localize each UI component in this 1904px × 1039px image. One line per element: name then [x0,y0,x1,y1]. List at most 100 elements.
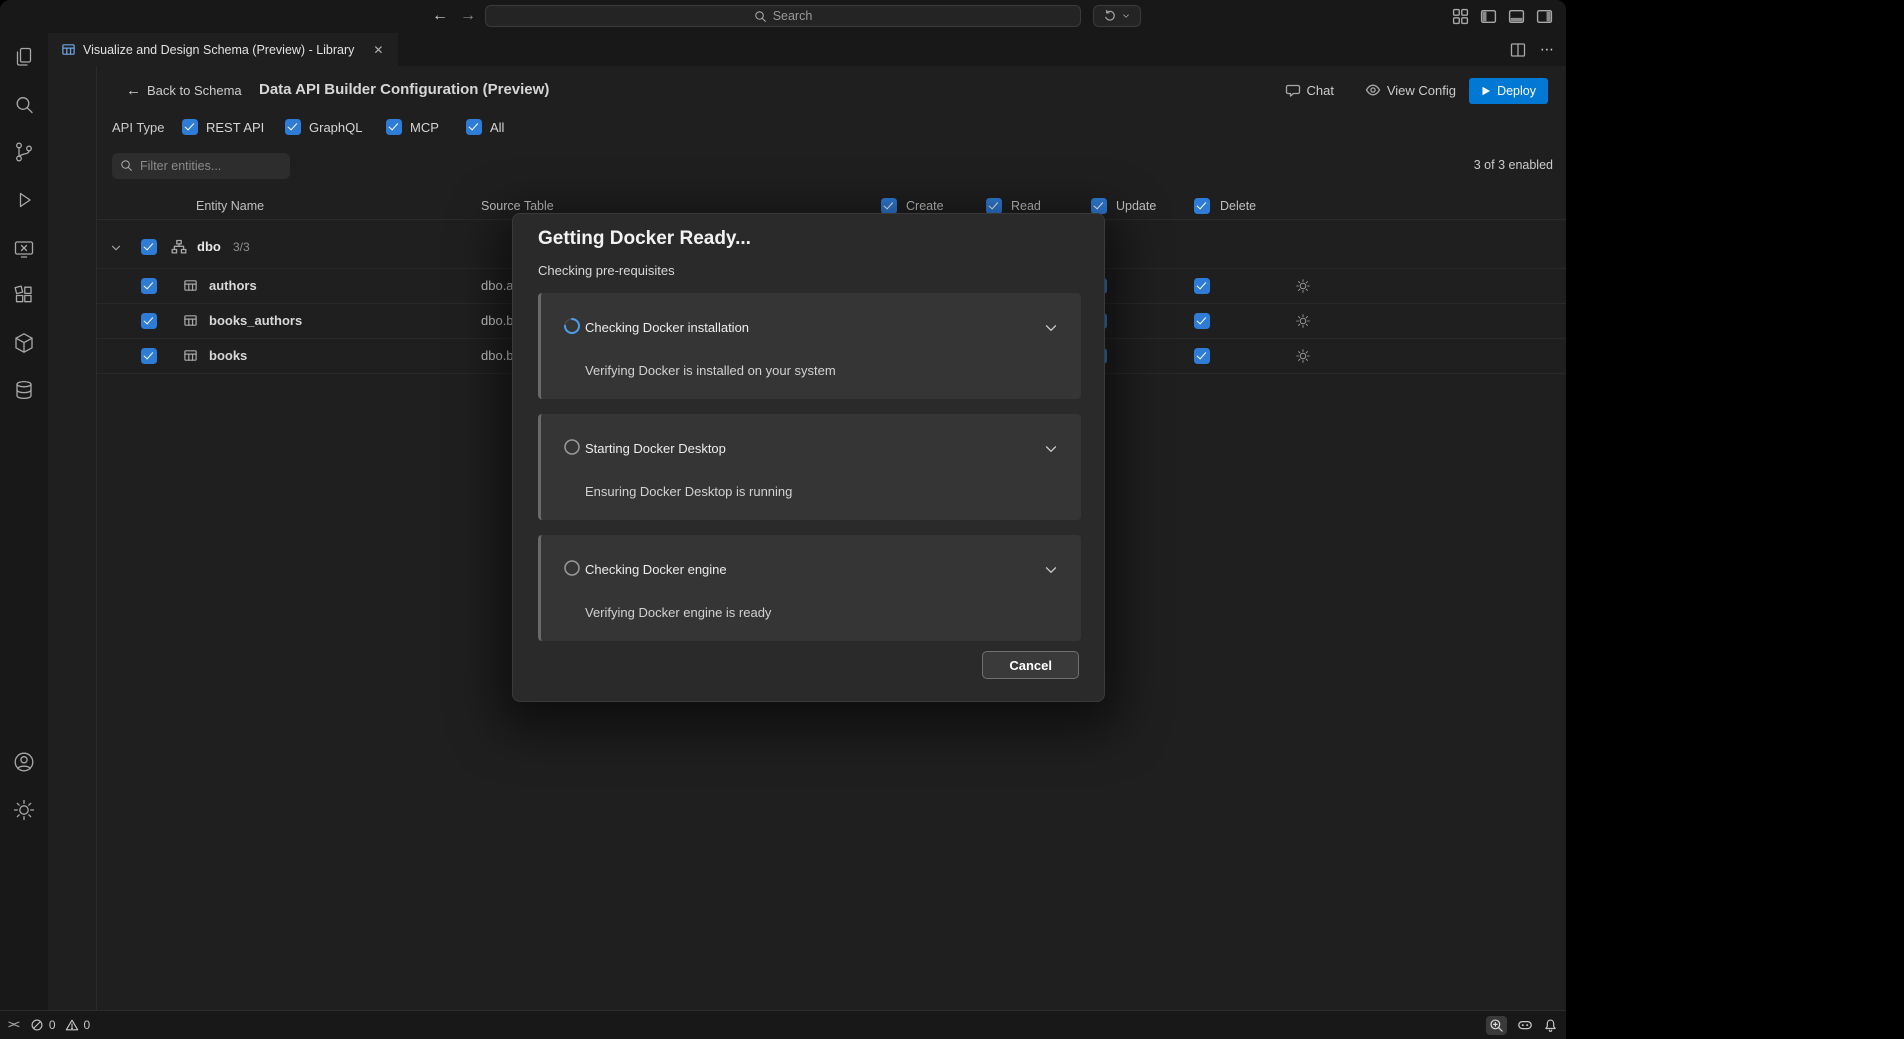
toggle-primary-sidebar-icon[interactable] [1480,8,1497,25]
search-placeholder: Search [773,9,813,23]
filter-entities-input[interactable] [112,153,290,179]
warning-count[interactable]: 0 [84,1018,91,1032]
create-all-checkbox[interactable] [881,198,897,214]
delete-header: Delete [1220,199,1256,213]
table-icon [183,348,198,363]
delete-checkbox[interactable] [1194,313,1210,329]
entity-name: books_authors [209,313,302,328]
source-control-icon[interactable] [12,140,36,164]
table-icon [183,278,198,293]
step-card-docker-engine: Checking Docker engine Verifying Docker … [538,535,1081,641]
activity-bar [0,33,48,1010]
errors-icon[interactable] [30,1018,44,1032]
extensions-icon[interactable] [12,283,36,307]
dialog-title: Getting Docker Ready... [538,228,751,250]
deploy-label: Deploy [1497,84,1536,98]
nav-back-button[interactable]: ← [428,4,452,28]
tab-title: Visualize and Design Schema (Preview) - … [83,43,354,57]
database-icon[interactable] [12,378,36,402]
titlebar: ← → Search [0,0,1566,33]
dialog-subtitle: Checking pre-requisites [538,263,675,278]
chevron-down-icon[interactable] [1043,320,1059,336]
toggle-secondary-sidebar-icon[interactable] [1536,8,1553,25]
read-all-checkbox[interactable] [986,198,1002,214]
session-loop-icon [1103,9,1117,23]
graphql-label: GraphQL [309,120,362,135]
arrow-left-icon: ← [126,82,141,99]
view-config-label: View Config [1387,83,1456,98]
row-select-checkbox[interactable] [141,348,157,364]
row-select-checkbox[interactable] [141,278,157,294]
row-select-checkbox[interactable] [141,313,157,329]
group-checkbox[interactable] [141,239,157,255]
create-header: Create [906,199,944,213]
schema-designer-tab-icon [61,42,76,57]
search-view-icon[interactable] [12,93,36,117]
step-card-docker-installation: Checking Docker installation Verifying D… [538,293,1081,399]
session-dropdown[interactable] [1093,5,1141,27]
remote-explorer-icon[interactable] [12,237,36,261]
view-config-button[interactable]: View Config [1365,82,1456,98]
chat-label: Chat [1307,83,1334,98]
tab-close-icon[interactable]: ✕ [369,41,387,59]
zoom-indicator-icon[interactable] [1486,1016,1507,1035]
group-name: dbo [197,239,221,254]
enabled-summary: 3 of 3 enabled [1474,158,1553,172]
explorer-icon[interactable] [12,45,36,69]
page-title: Data API Builder Configuration (Preview) [259,81,549,98]
update-header: Update [1116,199,1156,213]
step-title: Checking Docker engine [585,562,727,577]
group-count: 3/3 [233,240,250,254]
chevron-down-icon[interactable] [1043,441,1059,457]
copilot-icon[interactable] [1517,1017,1533,1033]
eye-icon [1365,82,1381,98]
toggle-panel-icon[interactable] [1508,8,1525,25]
containers-icon[interactable] [12,331,36,355]
back-to-schema-label: Back to Schema [147,83,242,98]
chevron-down-icon [1121,11,1131,21]
search-icon [754,10,767,23]
delete-checkbox[interactable] [1194,348,1210,364]
entity-name: books [209,348,247,363]
account-icon[interactable] [12,750,36,774]
delete-checkbox[interactable] [1194,278,1210,294]
all-checkbox[interactable] [466,119,482,135]
warnings-icon[interactable] [65,1018,79,1032]
remote-indicator-icon[interactable]: >< [8,1019,19,1031]
command-center-search[interactable]: Search [485,5,1081,27]
tab-visualize-design-schema[interactable]: Visualize and Design Schema (Preview) - … [48,33,398,66]
back-to-schema-button[interactable]: ← Back to Schema [126,82,242,99]
group-expand-chevron-icon[interactable] [109,241,123,255]
graphql-checkbox[interactable] [285,119,301,135]
more-actions-icon[interactable]: ⋯ [1540,41,1554,58]
customize-layout-icon[interactable] [1452,8,1469,25]
settings-gear-icon[interactable] [12,798,36,822]
step-description: Ensuring Docker Desktop is running [585,484,792,499]
nav-forward-button[interactable]: → [456,4,480,28]
notifications-bell-icon[interactable] [1543,1018,1558,1033]
error-count[interactable]: 0 [49,1018,56,1032]
delete-all-checkbox[interactable] [1194,198,1210,214]
docker-ready-dialog: Getting Docker Ready... Checking pre-req… [512,213,1105,702]
designer-tool-strip [48,66,96,1010]
chevron-down-icon[interactable] [1043,562,1059,578]
status-bar: >< 0 0 [0,1010,1566,1039]
chat-icon [1285,82,1301,98]
entity-name: authors [209,278,257,293]
chat-button[interactable]: Chat [1285,82,1334,98]
rest-api-checkbox[interactable] [182,119,198,135]
step-title: Checking Docker installation [585,320,749,335]
spinner-icon [563,317,581,335]
row-settings-gear-icon[interactable] [1295,278,1311,294]
mcp-checkbox[interactable] [386,119,402,135]
cancel-button[interactable]: Cancel [982,651,1079,679]
split-editor-icon[interactable] [1510,42,1526,58]
update-all-checkbox[interactable] [1091,198,1107,214]
tab-actions: ⋯ [1510,33,1554,66]
source-table-header: Source Table [481,199,554,213]
row-settings-gear-icon[interactable] [1295,313,1311,329]
step-description: Verifying Docker engine is ready [585,605,771,620]
deploy-button[interactable]: Deploy [1469,78,1548,104]
row-settings-gear-icon[interactable] [1295,348,1311,364]
run-debug-icon[interactable] [12,188,36,212]
